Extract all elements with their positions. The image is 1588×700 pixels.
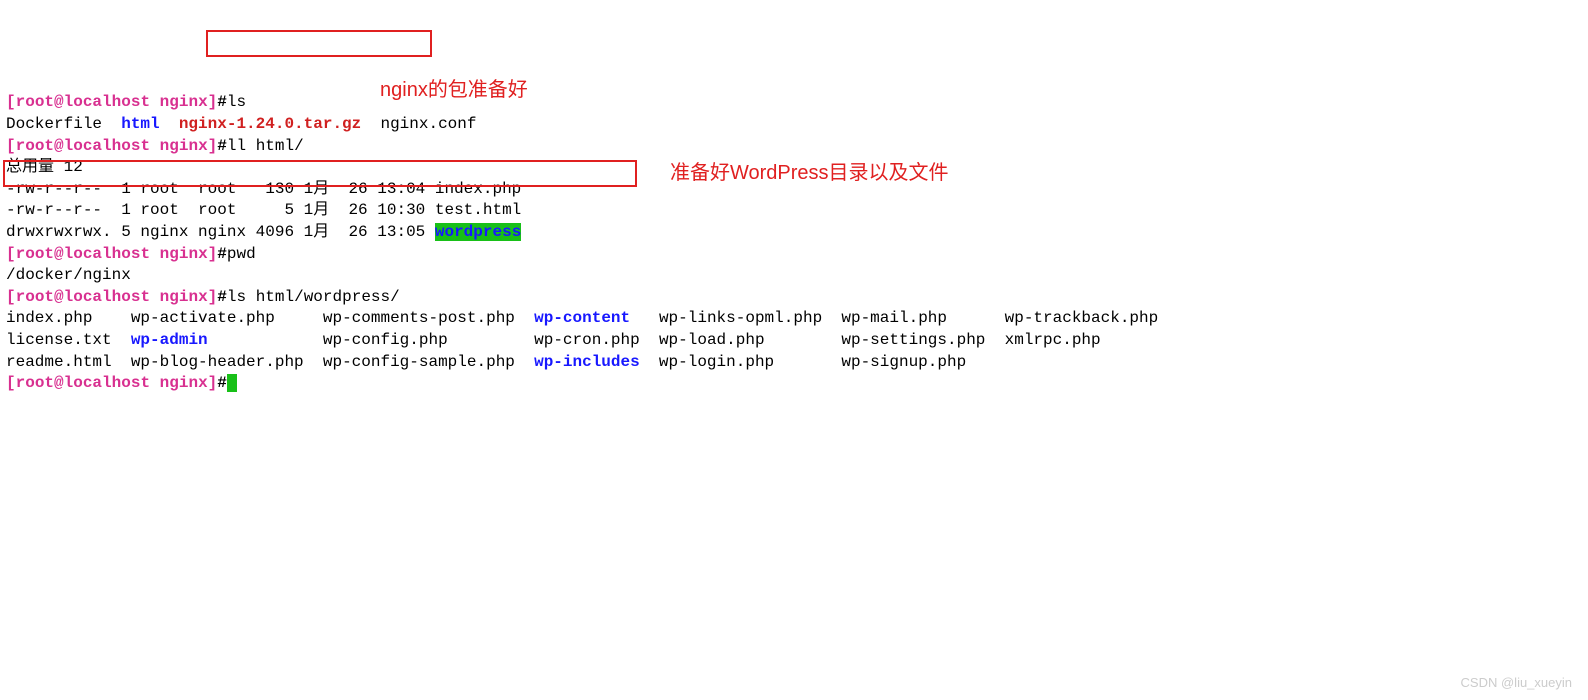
wp-file: wp-settings.php bbox=[841, 331, 985, 349]
prompt-host: localhost bbox=[64, 245, 150, 263]
wp-file: wp-load.php bbox=[659, 331, 765, 349]
prompt-path: nginx bbox=[160, 374, 208, 392]
terminal-cursor[interactable] bbox=[227, 374, 237, 392]
prompt-lbracket: [ bbox=[6, 288, 16, 306]
annotation-box-nginx-tar bbox=[206, 30, 432, 57]
annotation-text-wordpress: 准备好WordPress目录以及文件 bbox=[670, 160, 949, 187]
prompt-rbracket: ] bbox=[208, 288, 218, 306]
prompt-path: nginx bbox=[160, 245, 208, 263]
wp-file: license.txt bbox=[6, 331, 112, 349]
prompt-hash: # bbox=[217, 93, 227, 111]
ll-row-wordpress-pre: drwxrwxrwx. 5 nginx nginx 4096 1月 26 13:… bbox=[6, 223, 435, 241]
wp-file: wp-blog-header.php bbox=[131, 353, 304, 371]
prompt-at: @ bbox=[54, 288, 64, 306]
prompt-rbracket: ] bbox=[208, 93, 218, 111]
prompt-at: @ bbox=[54, 93, 64, 111]
wp-file: wp-cron.php bbox=[534, 331, 640, 349]
wp-dir-admin: wp-admin bbox=[131, 331, 208, 349]
wp-file: index.php bbox=[6, 309, 92, 327]
prompt-lbracket: [ bbox=[6, 137, 16, 155]
wp-file: wp-comments-post.php bbox=[323, 309, 515, 327]
pwd-output: /docker/nginx bbox=[6, 266, 131, 284]
command-input[interactable]: ls html/wordpress/ bbox=[227, 288, 400, 306]
prompt-user: root bbox=[16, 245, 54, 263]
wp-file: wp-login.php bbox=[659, 353, 774, 371]
prompt-host: localhost bbox=[64, 374, 150, 392]
prompt-sep bbox=[150, 374, 160, 392]
prompt-hash: # bbox=[217, 374, 227, 392]
wp-file: xmlrpc.php bbox=[1005, 331, 1101, 349]
prompt-rbracket: ] bbox=[208, 374, 218, 392]
ls-file-dockerfile: Dockerfile bbox=[6, 115, 102, 133]
prompt-user: root bbox=[16, 93, 54, 111]
wp-file: wp-config.php bbox=[323, 331, 448, 349]
prompt-at: @ bbox=[54, 137, 64, 155]
prompt-sep bbox=[150, 288, 160, 306]
prompt-lbracket: [ bbox=[6, 374, 16, 392]
prompt-rbracket: ] bbox=[208, 137, 218, 155]
prompt-at: @ bbox=[54, 245, 64, 263]
prompt-sep bbox=[150, 137, 160, 155]
ls-file-nginxconf: nginx.conf bbox=[380, 115, 476, 133]
prompt-lbracket: [ bbox=[6, 93, 16, 111]
ll-row-testhtml: -rw-r--r-- 1 root root 5 1月 26 10:30 tes… bbox=[6, 201, 521, 219]
prompt-at: @ bbox=[54, 374, 64, 392]
prompt-path: nginx bbox=[160, 93, 208, 111]
wp-file: wp-mail.php bbox=[841, 309, 947, 327]
wp-file: wp-trackback.php bbox=[1005, 309, 1159, 327]
ls-dir-html: html bbox=[121, 115, 159, 133]
prompt-user: root bbox=[16, 374, 54, 392]
annotation-box-wordpress-dir bbox=[3, 160, 637, 187]
prompt-host: localhost bbox=[64, 137, 150, 155]
wp-dir-content: wp-content bbox=[534, 309, 630, 327]
prompt-host: localhost bbox=[64, 288, 150, 306]
command-input[interactable]: ll html/ bbox=[227, 137, 304, 155]
prompt-user: root bbox=[16, 288, 54, 306]
wp-file: wp-config-sample.php bbox=[323, 353, 515, 371]
command-input[interactable]: ls bbox=[227, 93, 246, 111]
prompt-lbracket: [ bbox=[6, 245, 16, 263]
wp-file: wp-links-opml.php bbox=[659, 309, 822, 327]
prompt-user: root bbox=[16, 137, 54, 155]
prompt-sep bbox=[150, 245, 160, 263]
wp-dir-includes: wp-includes bbox=[534, 353, 640, 371]
prompt-rbracket: ] bbox=[208, 245, 218, 263]
ll-dir-wordpress: wordpress bbox=[435, 223, 521, 241]
prompt-path: nginx bbox=[160, 137, 208, 155]
prompt-sep bbox=[150, 93, 160, 111]
annotation-text-nginx: nginx的包准备好 bbox=[380, 77, 528, 104]
wp-file: readme.html bbox=[6, 353, 112, 371]
prompt-host: localhost bbox=[64, 93, 150, 111]
watermark: CSDN @liu_xueyin bbox=[1461, 674, 1572, 692]
wp-file: wp-signup.php bbox=[841, 353, 966, 371]
prompt-hash: # bbox=[217, 137, 227, 155]
command-input[interactable]: pwd bbox=[227, 245, 256, 263]
prompt-path: nginx bbox=[160, 288, 208, 306]
wp-file: wp-activate.php bbox=[131, 309, 275, 327]
prompt-hash: # bbox=[217, 245, 227, 263]
ls-file-nginx-tar: nginx-1.24.0.tar.gz bbox=[179, 115, 361, 133]
prompt-hash: # bbox=[217, 288, 227, 306]
